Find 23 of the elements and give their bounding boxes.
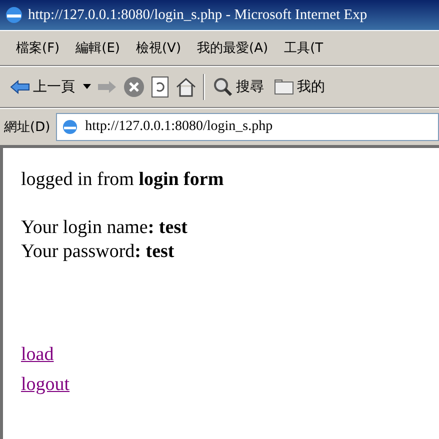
refresh-icon[interactable] bbox=[151, 76, 169, 98]
login-info-text: Your password: test bbox=[21, 240, 176, 264]
favorites-button[interactable]: 我的 bbox=[272, 76, 327, 98]
window-title: http://127.0.0.1:8080/login_s.php - Microsoft Internet Exp bbox=[28, 6, 368, 24]
menu-item[interactable]: 檔案(F) bbox=[8, 39, 68, 57]
stop-icon[interactable] bbox=[123, 76, 145, 98]
menu-item[interactable]: 我的最愛(A) bbox=[189, 39, 276, 57]
dropdown-arrow-icon[interactable] bbox=[83, 84, 91, 90]
left-arrow-icon bbox=[10, 80, 30, 94]
address-field[interactable]: http://127.0.0.1:8080/login_s.php bbox=[56, 113, 439, 141]
search-button[interactable]: 搜尋 bbox=[211, 75, 266, 99]
menu-item[interactable]: 工具(T bbox=[276, 39, 332, 57]
back-button[interactable]: 上一頁 bbox=[8, 76, 77, 98]
folder-icon bbox=[274, 79, 294, 95]
address-label: 網址(D) bbox=[4, 119, 50, 136]
login-info-text: Your login name: test bbox=[21, 216, 188, 240]
page-link[interactable]: logout bbox=[21, 370, 70, 400]
menu-item[interactable]: 編輯(E) bbox=[68, 39, 128, 57]
search-icon bbox=[213, 77, 233, 97]
home-icon[interactable] bbox=[175, 76, 197, 98]
login-source-text: logged in from login form bbox=[21, 168, 225, 192]
menu-item[interactable]: 檢視(V) bbox=[128, 39, 190, 57]
page-link[interactable]: load bbox=[21, 340, 54, 370]
